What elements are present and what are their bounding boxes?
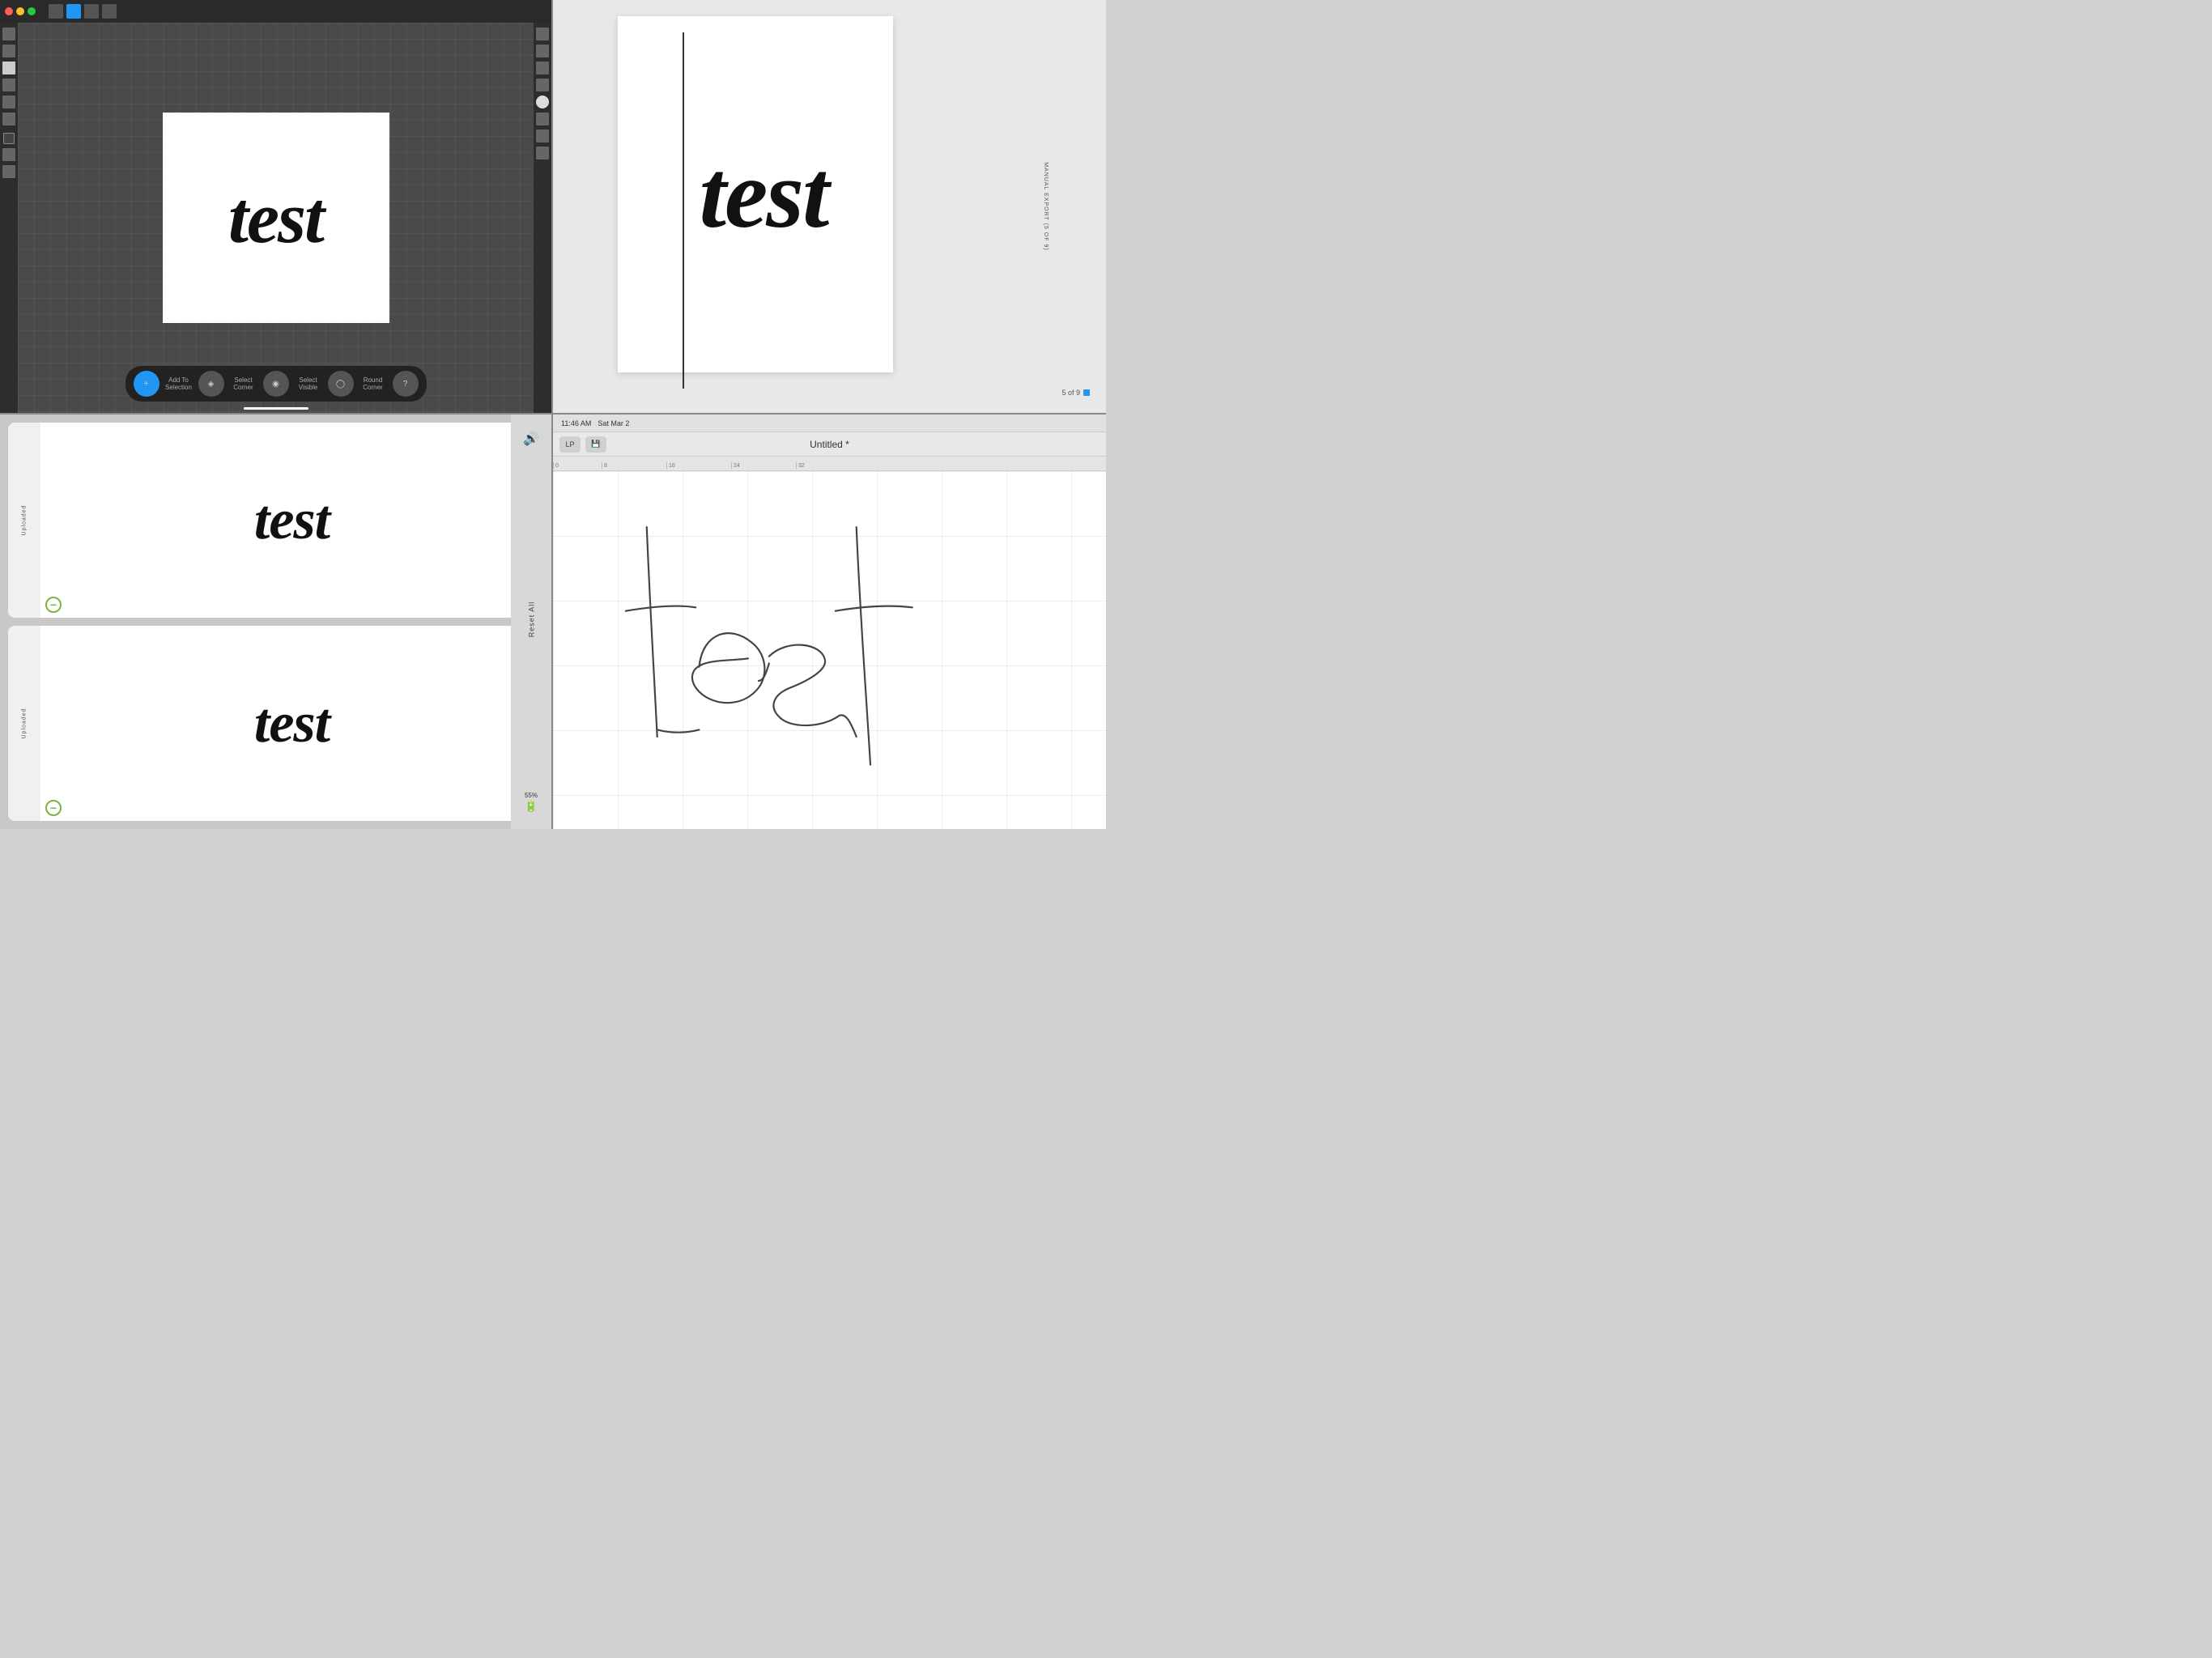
- tool-icon-4[interactable]: [102, 4, 117, 19]
- ruler-mark-32: 32: [796, 462, 861, 469]
- ruler-mark-8: 8: [602, 462, 666, 469]
- reset-all-label[interactable]: Reset All: [527, 602, 535, 638]
- export-page: test: [618, 16, 893, 372]
- battery-icon: 🔋: [524, 799, 538, 813]
- save-button[interactable]: 💾: [585, 436, 606, 453]
- glyph-row-1: Uploaded test −: [8, 423, 543, 618]
- select-corner-label: Select Corner: [229, 376, 258, 391]
- panel-btn-4[interactable]: [536, 79, 549, 91]
- eyedropper-tool[interactable]: [2, 148, 15, 161]
- tool-icon-1[interactable]: [49, 4, 63, 19]
- glyph-text-1: test: [254, 488, 330, 553]
- handwriting-overlay: [553, 471, 1106, 829]
- right-toolbar: [534, 23, 551, 413]
- system-time: 11:46 AM: [561, 419, 591, 427]
- font-editor-panel: 11:46 AM Sat Mar 2 LP 💾 Untitled * 0 8 1…: [553, 414, 1106, 829]
- system-day: Sat Mar 2: [598, 419, 629, 427]
- add-to-selection-btn[interactable]: +: [134, 371, 160, 397]
- panel-btn-2[interactable]: [536, 45, 549, 57]
- tool-icon-3[interactable]: [84, 4, 99, 19]
- right-strip: 🔊 Reset All 55% 🔋: [511, 414, 551, 829]
- remove-glyph-btn-2[interactable]: −: [45, 800, 62, 816]
- bottom-bar-underline: [244, 407, 308, 410]
- lp-button[interactable]: LP: [559, 436, 581, 453]
- battery-indicator: 55% 🔋: [524, 792, 538, 813]
- glyph-grid-panel: Uploaded test − Uploaded test − 🔊 Reset …: [0, 414, 553, 829]
- select-tool[interactable]: [2, 45, 15, 57]
- glyph-card-2[interactable]: test −: [40, 626, 543, 821]
- color-swatch[interactable]: [3, 133, 15, 144]
- remove-glyph-btn-1[interactable]: −: [45, 597, 62, 613]
- export-preview-panel: test MANUAL EXPORT (5 of 9) 5 of 9: [553, 0, 1106, 414]
- glyph-sidebar-label-1: Uploaded: [22, 505, 28, 536]
- left-toolbar: [0, 23, 18, 413]
- battery-percent: 55%: [524, 792, 538, 799]
- panel-btn-5[interactable]: [536, 113, 549, 125]
- arrow-tool[interactable]: [2, 28, 15, 40]
- page-indicator[interactable]: [1083, 389, 1090, 396]
- ruler-mark-0: 0: [553, 462, 602, 469]
- ruler-marks: 0 8 16 24 32: [553, 457, 1106, 470]
- page-nav: 5 of 9: [1061, 389, 1090, 397]
- select-corner-btn[interactable]: ◈: [198, 371, 224, 397]
- select-visible-btn[interactable]: ◉: [263, 371, 289, 397]
- panel-btn-6[interactable]: [536, 130, 549, 142]
- pen-tool[interactable]: [2, 62, 15, 74]
- tool-icon-2[interactable]: [66, 4, 81, 19]
- editor-top-toolbar: [0, 0, 551, 23]
- window-controls: LP 💾: [559, 436, 606, 453]
- app-title-bar: LP 💾 Untitled *: [553, 432, 1106, 457]
- glyph-sidebar-1: Uploaded: [8, 423, 40, 618]
- glyph-text-2: test: [254, 691, 330, 756]
- round-corner-label: Round Corner: [359, 376, 388, 391]
- glyph-card-1[interactable]: test −: [40, 423, 543, 618]
- artboard: test: [163, 113, 389, 323]
- bottom-toolbar: + Add To Selection ◈ Select Corner ◉ Sel…: [125, 366, 427, 402]
- help-btn[interactable]: ?: [393, 371, 419, 397]
- speaker-icon: 🔊: [523, 431, 539, 447]
- panel-btn-circle[interactable]: [536, 96, 549, 108]
- glyph-editor-area[interactable]: [553, 471, 1106, 829]
- zoom-tool[interactable]: [2, 165, 15, 178]
- ruler-mark-24: 24: [731, 462, 796, 469]
- page-nav-text: 5 of 9: [1061, 389, 1080, 397]
- shape-tool[interactable]: [2, 96, 15, 108]
- vector-editor-panel: test + Add To Selection ◈ Select Corner …: [0, 0, 553, 414]
- panel-btn-7[interactable]: [536, 147, 549, 159]
- add-selection-label: Add To Selection: [164, 376, 194, 391]
- export-test-text: test: [700, 138, 828, 250]
- round-corner-btn[interactable]: ◯: [328, 371, 354, 397]
- panel-btn-1[interactable]: [536, 28, 549, 40]
- maximize-dot[interactable]: [28, 7, 36, 15]
- panel-btn-3[interactable]: [536, 62, 549, 74]
- select-visible-label: Select Visible: [294, 376, 323, 391]
- close-dot[interactable]: [5, 7, 13, 15]
- app-title: Untitled *: [810, 439, 849, 450]
- ruler-mark-16: 16: [666, 462, 731, 469]
- minimize-dot[interactable]: [16, 7, 24, 15]
- glyph-row-2: Uploaded test −: [8, 626, 543, 821]
- ruler: 0 8 16 24 32: [553, 457, 1106, 471]
- text-tool[interactable]: [2, 113, 15, 125]
- page-nav-controls: 5 of 9: [1061, 389, 1090, 397]
- pencil-tool[interactable]: [2, 79, 15, 91]
- page-divider: [683, 32, 684, 389]
- system-menubar: 11:46 AM Sat Mar 2: [553, 414, 1106, 432]
- glyph-sidebar-label-2: Uploaded: [22, 708, 28, 739]
- glyph-sidebar-2: Uploaded: [8, 626, 40, 821]
- export-side-label: MANUAL EXPORT (5 of 9): [1043, 162, 1049, 250]
- canvas-area: test: [18, 23, 534, 413]
- canvas-test-text: test: [228, 176, 323, 260]
